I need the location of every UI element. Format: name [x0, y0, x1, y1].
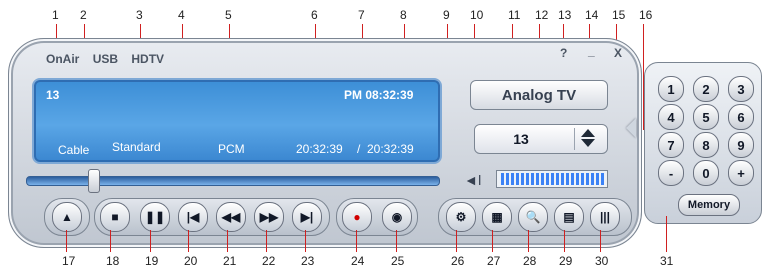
key-4[interactable]: 4: [658, 104, 684, 130]
key-1[interactable]: 1: [658, 76, 684, 102]
callout-3: 3: [136, 8, 143, 22]
volume-bar[interactable]: [496, 170, 608, 188]
fast-forward-button[interactable]: ▶▶: [254, 202, 284, 232]
callout-19: 19: [145, 254, 159, 268]
help-button[interactable]: ?: [560, 46, 567, 60]
key-plus[interactable]: +: [728, 160, 754, 186]
key-2[interactable]: 2: [693, 76, 719, 102]
callout-29: 29: [559, 254, 573, 268]
callout-4: 4: [178, 8, 185, 22]
next-button[interactable]: ▶|: [292, 202, 322, 232]
callout-17: 17: [62, 254, 76, 268]
callout-18: 18: [106, 254, 120, 268]
channel-arrows[interactable]: [574, 128, 601, 150]
expand-keypad-arrow[interactable]: [626, 118, 636, 138]
callout-15: 15: [612, 8, 626, 22]
multiview-button[interactable]: ▦: [482, 202, 512, 232]
lcd-clock: PM 08:32:39: [344, 88, 414, 102]
callout-13: 13: [558, 8, 572, 22]
settings-button[interactable]: ⚙: [446, 202, 476, 232]
key-5[interactable]: 5: [693, 104, 719, 130]
stop-button[interactable]: ■: [100, 202, 130, 232]
callout-1: 1: [52, 8, 59, 22]
arrow-down-icon[interactable]: [581, 139, 595, 147]
callout-5: 5: [225, 8, 232, 22]
lcd-input: Cable: [58, 143, 90, 157]
callout-30: 30: [595, 254, 609, 268]
callout-27: 27: [487, 254, 501, 268]
seek-knob[interactable]: [88, 169, 100, 193]
callout-8: 8: [400, 8, 407, 22]
rewind-button[interactable]: ◀◀: [216, 202, 246, 232]
tab-usb[interactable]: USB: [93, 52, 118, 66]
callout-20: 20: [184, 254, 198, 268]
lcd-display: 13 PM 08:32:39 Cable Standard PCM 20:32:…: [32, 78, 442, 164]
snapshot-button[interactable]: ◉: [382, 202, 412, 232]
key-9[interactable]: 9: [728, 132, 754, 158]
callout-9: 9: [443, 8, 450, 22]
speaker-icon[interactable]: ◄ǀ: [464, 172, 482, 188]
key-minus[interactable]: -: [658, 160, 684, 186]
analog-tv-button[interactable]: Analog TV: [470, 80, 608, 110]
callout-16: 16: [639, 8, 653, 22]
key-6[interactable]: 6: [728, 104, 754, 130]
key-0[interactable]: 0: [693, 160, 719, 186]
previous-button[interactable]: |◀: [178, 202, 208, 232]
callout-10: 10: [470, 8, 484, 22]
callout-31: 31: [660, 254, 674, 268]
callout-21: 21: [223, 254, 237, 268]
callout-14: 14: [585, 8, 599, 22]
tab-hdtv[interactable]: HDTV: [131, 52, 164, 66]
channel-selector[interactable]: 13: [474, 124, 608, 154]
callout-11: 11: [508, 8, 521, 22]
lcd-mode: Standard: [112, 140, 161, 154]
schedule-button[interactable]: ▤: [554, 202, 584, 232]
close-button[interactable]: X: [614, 46, 622, 60]
record-button[interactable]: ●: [342, 202, 372, 232]
callout-26: 26: [451, 254, 465, 268]
equalizer-button[interactable]: |||: [590, 202, 620, 232]
callout-23: 23: [301, 254, 315, 268]
lcd-time-sep: /: [357, 142, 361, 156]
callout-6: 6: [311, 8, 318, 22]
callout-24: 24: [351, 254, 365, 268]
tab-onair[interactable]: OnAir: [46, 52, 79, 66]
zoom-button[interactable]: 🔍: [518, 202, 548, 232]
callout-7: 7: [358, 8, 365, 22]
source-tabs: OnAir USB HDTV: [46, 52, 174, 66]
key-7[interactable]: 7: [658, 132, 684, 158]
eject-button[interactable]: ▲: [52, 202, 82, 232]
callout-28: 28: [523, 254, 537, 268]
minimize-button[interactable]: _: [588, 44, 595, 58]
channel-value: 13: [513, 131, 529, 147]
callout-22: 22: [262, 254, 276, 268]
key-3[interactable]: 3: [728, 76, 754, 102]
arrow-up-icon[interactable]: [581, 129, 595, 137]
pause-button[interactable]: ❚❚: [140, 202, 170, 232]
callout-2: 2: [80, 8, 87, 22]
key-8[interactable]: 8: [693, 132, 719, 158]
memory-button[interactable]: Memory: [678, 194, 740, 216]
lcd-channel: 13: [46, 88, 60, 102]
callout-12: 12: [535, 8, 549, 22]
lcd-time-total: 20:32:39: [367, 142, 414, 156]
callout-25: 25: [391, 254, 405, 268]
lcd-audio: PCM: [218, 142, 245, 156]
lcd-time-elapsed: 20:32:39: [296, 142, 343, 156]
